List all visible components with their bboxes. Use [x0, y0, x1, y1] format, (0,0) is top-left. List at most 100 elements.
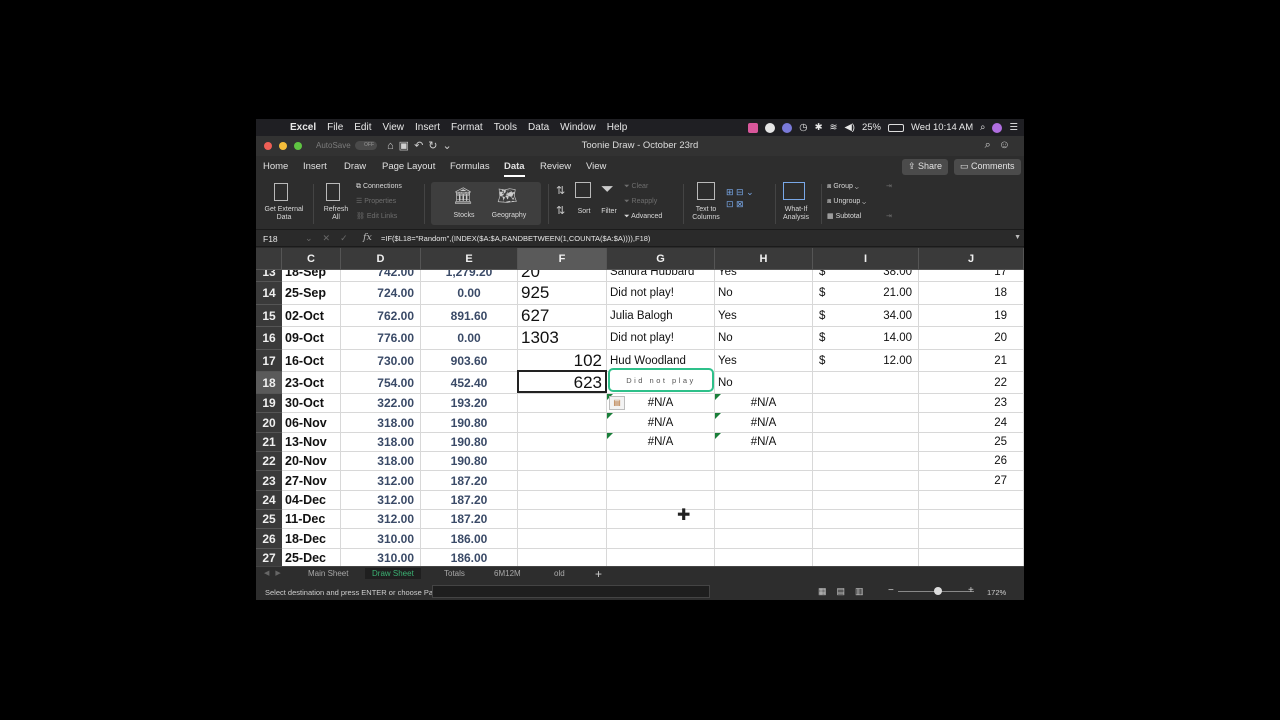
cell-payout[interactable]: 1,279.20: [421, 270, 518, 282]
cell-week[interactable]: 19: [919, 305, 1024, 327]
cell-payout[interactable]: 193.20: [421, 394, 518, 413]
cell-played[interactable]: [715, 491, 813, 510]
sort-button[interactable]: Sort: [572, 208, 596, 216]
subtotal-button[interactable]: ▦ Subtotal: [827, 213, 861, 221]
cell-week[interactable]: [919, 510, 1024, 529]
cell-draw-number[interactable]: [518, 452, 607, 471]
row-header[interactable]: 21: [256, 433, 282, 452]
cell-winner[interactable]: [607, 471, 715, 491]
cell-payout[interactable]: 452.40: [421, 372, 518, 394]
column-header-e[interactable]: E: [421, 248, 518, 270]
menu-view[interactable]: View: [383, 122, 405, 133]
cell-week[interactable]: 22: [919, 372, 1024, 394]
show-detail-icon[interactable]: ⇥: [886, 183, 892, 191]
cell-payout[interactable]: 187.20: [421, 491, 518, 510]
cell-week[interactable]: [919, 491, 1024, 510]
cell-date[interactable]: 09-Oct: [282, 327, 341, 350]
cell-played[interactable]: Yes: [715, 270, 813, 282]
cell-date[interactable]: 18-Dec: [282, 529, 341, 549]
cell-winner[interactable]: Did not play!: [607, 282, 715, 305]
shield-icon[interactable]: [765, 122, 776, 133]
cell-amount[interactable]: 310.00: [341, 529, 421, 549]
cell-amount[interactable]: 762.00: [341, 305, 421, 327]
cell-draw-number[interactable]: [518, 433, 607, 452]
siri-icon[interactable]: [992, 122, 1003, 133]
cell-payout[interactable]: 190.80: [421, 452, 518, 471]
cell-amount[interactable]: 776.00: [341, 327, 421, 350]
cell-played[interactable]: #N/A: [715, 413, 813, 433]
menu-window[interactable]: Window: [560, 122, 596, 133]
cell-date[interactable]: 27-Nov: [282, 471, 341, 491]
sort-ascending-icon[interactable]: ⇅: [556, 184, 565, 197]
cell-date[interactable]: 04-Dec: [282, 491, 341, 510]
cell-date[interactable]: 25-Dec: [282, 549, 341, 566]
cell-prize[interactable]: [813, 510, 919, 529]
column-header-d[interactable]: D: [341, 248, 421, 270]
cell-week[interactable]: 21: [919, 350, 1024, 372]
cell-amount[interactable]: 312.00: [341, 510, 421, 529]
data-tools-icons[interactable]: ⊞ ⊟ ⌄ ⊡ ⊠: [726, 186, 754, 210]
cell-date[interactable]: 02-Oct: [282, 305, 341, 327]
text-to-columns-button[interactable]: Text to Columns: [688, 206, 724, 222]
copy-marquee[interactable]: Did not play: [608, 368, 714, 392]
cell-amount[interactable]: 312.00: [341, 491, 421, 510]
error-indicator-icon[interactable]: [607, 413, 613, 419]
row-header[interactable]: 16: [256, 327, 282, 350]
cell-payout[interactable]: 190.80: [421, 413, 518, 433]
cell-prize[interactable]: $12.00: [813, 350, 919, 372]
cell-week[interactable]: [919, 529, 1024, 549]
cell-prize[interactable]: [813, 452, 919, 471]
select-all-corner[interactable]: [256, 248, 282, 270]
cell-date[interactable]: 30-Oct: [282, 394, 341, 413]
edit-links-button[interactable]: ⛓ Edit Links: [356, 213, 397, 221]
cell-played[interactable]: [715, 549, 813, 566]
sheet-tab-draw-sheet[interactable]: Draw Sheet: [365, 568, 421, 579]
cell-played[interactable]: #N/A: [715, 433, 813, 452]
column-header-f[interactable]: F: [518, 248, 607, 270]
zoom-slider-handle[interactable]: [934, 587, 942, 595]
cell-winner[interactable]: [607, 549, 715, 566]
cell-draw-number[interactable]: [518, 529, 607, 549]
cell-amount[interactable]: 318.00: [341, 413, 421, 433]
cell-amount[interactable]: 742.00: [341, 270, 421, 282]
cell-week[interactable]: 18: [919, 282, 1024, 305]
cell-amount[interactable]: 754.00: [341, 372, 421, 394]
row-header[interactable]: 27: [256, 549, 282, 566]
cell-winner[interactable]: #N/A: [607, 413, 715, 433]
menu-data[interactable]: Data: [528, 122, 549, 133]
cell-played[interactable]: No: [715, 282, 813, 305]
row-header[interactable]: 18: [256, 372, 282, 394]
sheet-nav-arrows[interactable]: ◀▶: [264, 569, 287, 577]
cell-winner[interactable]: [607, 491, 715, 510]
menu-help[interactable]: Help: [607, 122, 628, 133]
insert-function-button[interactable]: fx: [363, 232, 372, 243]
tab-view[interactable]: View: [586, 161, 606, 172]
cell-winner[interactable]: Sandra Hubbard: [607, 270, 715, 282]
comments-button[interactable]: ▭ Comments: [954, 159, 1021, 175]
cell-draw-number[interactable]: [518, 510, 607, 529]
cell-played[interactable]: #N/A: [715, 394, 813, 413]
cell-played[interactable]: [715, 452, 813, 471]
cell-winner[interactable]: [607, 510, 715, 529]
sort-descending-icon[interactable]: ⇅: [556, 204, 565, 217]
cell-prize[interactable]: [813, 433, 919, 452]
wifi-icon[interactable]: ≋: [830, 122, 838, 133]
ungroup-button[interactable]: ⧈ Ungroup ⌄: [827, 198, 866, 206]
cell-prize[interactable]: [813, 372, 919, 394]
cell-amount[interactable]: 310.00: [341, 549, 421, 566]
what-if-analysis-button[interactable]: What-If Analysis: [776, 206, 816, 222]
cell-prize[interactable]: [813, 491, 919, 510]
cell-date[interactable]: 20-Nov: [282, 452, 341, 471]
name-box[interactable]: F18: [263, 234, 278, 244]
cell-week[interactable]: 25: [919, 433, 1024, 452]
cell-draw-number[interactable]: 102: [518, 350, 607, 372]
error-indicator-icon[interactable]: [715, 413, 721, 419]
menu-tools[interactable]: Tools: [494, 122, 517, 133]
sheet-tab-main-sheet[interactable]: Main Sheet: [308, 569, 348, 578]
tab-insert[interactable]: Insert: [303, 161, 327, 172]
cell-amount[interactable]: 318.00: [341, 433, 421, 452]
cell-payout[interactable]: 0.00: [421, 327, 518, 350]
geography-button[interactable]: Geography: [487, 212, 531, 220]
row-header[interactable]: 24: [256, 491, 282, 510]
cell-date[interactable]: 11-Dec: [282, 510, 341, 529]
